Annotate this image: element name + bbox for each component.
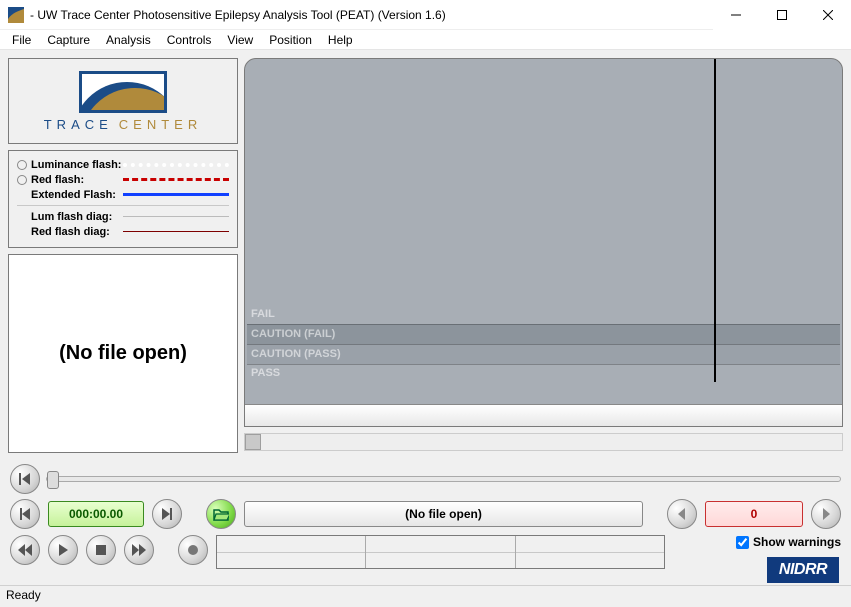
- legend-line-luminance: [123, 163, 229, 167]
- status-text: Ready: [6, 588, 41, 602]
- menu-controls[interactable]: Controls: [159, 31, 220, 49]
- status-bar: Ready: [0, 585, 851, 607]
- legend-red-flash: Red flash:: [31, 174, 123, 186]
- legend-line-lumdiag: [123, 216, 229, 217]
- timecode-display: 000:00.00: [48, 501, 144, 527]
- zone-caution-pass: CAUTION (PASS): [247, 344, 840, 364]
- next-frame-button[interactable]: [152, 499, 182, 529]
- seek-slider-thumb[interactable]: [47, 471, 59, 489]
- menu-position[interactable]: Position: [261, 31, 320, 49]
- legend-line-extended: [123, 193, 229, 196]
- zone-caution-fail: CAUTION (FAIL): [247, 324, 840, 344]
- menu-capture[interactable]: Capture: [39, 31, 98, 49]
- legend-panel: Luminance flash: Red flash: Extended Fla…: [8, 150, 238, 248]
- lower-controls: 000:00.00 (No file open) 0 S: [0, 461, 851, 585]
- rewind-to-start-button[interactable]: [10, 464, 40, 494]
- window-title: - UW Trace Center Photosensitive Epileps…: [30, 8, 713, 22]
- legend-lum-diag: Lum flash diag:: [31, 211, 123, 223]
- menu-view[interactable]: View: [219, 31, 261, 49]
- result-col-1: [217, 536, 366, 568]
- result-col-3: [516, 536, 664, 568]
- result-col-2: [366, 536, 515, 568]
- menu-analysis[interactable]: Analysis: [98, 31, 159, 49]
- nidrr-logo: NIDRR: [767, 557, 839, 583]
- show-warnings-input[interactable]: [736, 536, 749, 549]
- trace-center-logo-icon: [79, 71, 167, 113]
- legend-red-diag: Red flash diag:: [31, 226, 123, 238]
- previous-frame-button[interactable]: [10, 499, 40, 529]
- chart-scrollbar-thumb[interactable]: [245, 434, 261, 450]
- show-warnings-checkbox[interactable]: Show warnings: [736, 535, 841, 549]
- logo-panel: TRACE CENTER: [8, 58, 238, 144]
- analysis-chart[interactable]: FAIL CAUTION (FAIL) CAUTION (PASS) PASS: [244, 58, 843, 427]
- content-area: TRACE CENTER Luminance flash: Red flash:…: [0, 50, 851, 461]
- file-name-display: (No file open): [244, 501, 643, 527]
- legend-line-red: [123, 178, 229, 181]
- app-icon: [8, 7, 24, 23]
- zone-fail: FAIL: [247, 306, 840, 324]
- result-table: [216, 535, 665, 569]
- red-flash-radio[interactable]: [17, 175, 27, 185]
- play-button[interactable]: [48, 535, 78, 565]
- fast-forward-button[interactable]: [124, 535, 154, 565]
- preview-status-text: (No file open): [59, 342, 187, 365]
- show-warnings-label: Show warnings: [753, 535, 841, 549]
- legend-luminance-flash: Luminance flash:: [31, 159, 123, 171]
- seek-slider[interactable]: [46, 476, 841, 482]
- menu-file[interactable]: File: [4, 31, 39, 49]
- warning-count-display: 0: [705, 501, 803, 527]
- legend-line-reddiag: [123, 231, 229, 232]
- luminance-flash-radio[interactable]: [17, 160, 27, 170]
- close-button[interactable]: [805, 0, 851, 30]
- timeline-strip[interactable]: [245, 404, 842, 426]
- previous-warning-button[interactable]: [667, 499, 697, 529]
- record-button[interactable]: [178, 535, 208, 565]
- menu-bar: File Capture Analysis Controls View Posi…: [0, 30, 851, 50]
- open-file-button[interactable]: [206, 499, 236, 529]
- preview-panel: (No file open): [8, 254, 238, 453]
- zone-pass: PASS: [247, 364, 840, 382]
- minimize-button[interactable]: [713, 0, 759, 30]
- maximize-button[interactable]: [759, 0, 805, 30]
- stop-button[interactable]: [86, 535, 116, 565]
- next-warning-button[interactable]: [811, 499, 841, 529]
- rewind-button[interactable]: [10, 535, 40, 565]
- legend-extended-flash: Extended Flash:: [31, 189, 123, 201]
- menu-help[interactable]: Help: [320, 31, 361, 49]
- playhead-marker[interactable]: [714, 59, 716, 382]
- title-bar: - UW Trace Center Photosensitive Epileps…: [0, 0, 851, 30]
- trace-center-logo-text: TRACE CENTER: [44, 117, 203, 132]
- chart-horizontal-scrollbar[interactable]: [244, 433, 843, 451]
